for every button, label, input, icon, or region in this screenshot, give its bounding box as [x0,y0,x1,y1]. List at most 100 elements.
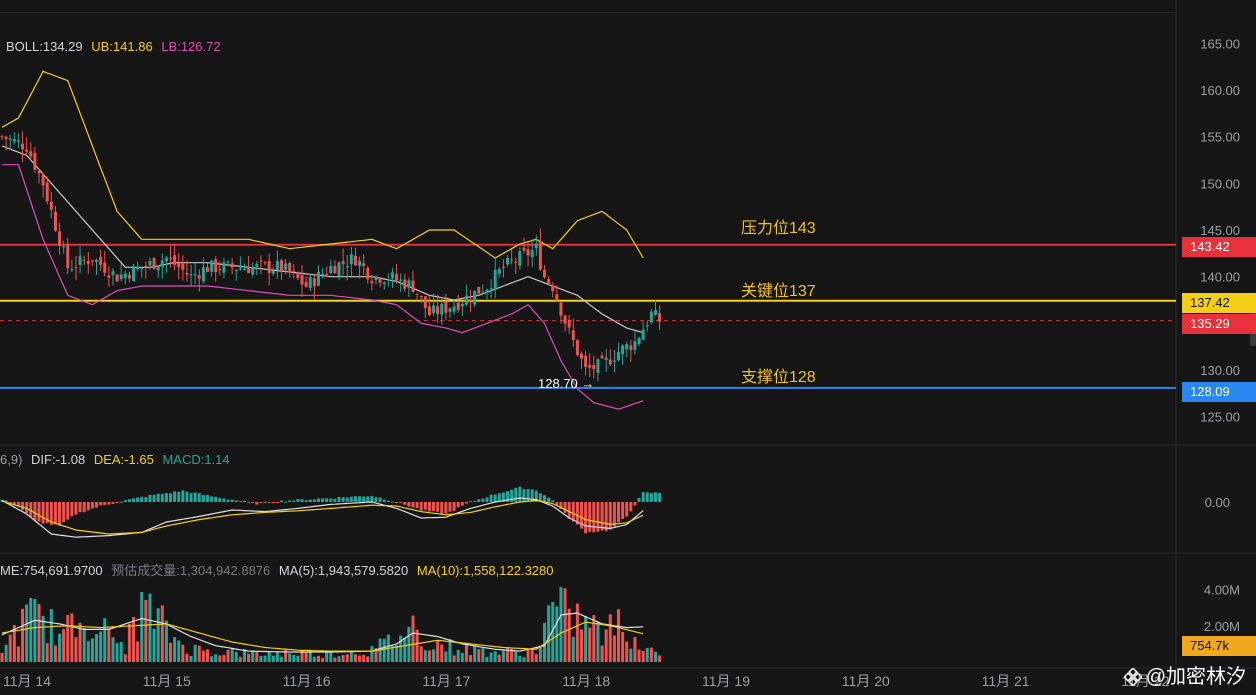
volume-bar [66,615,70,662]
volume-bar [218,655,222,662]
candle-body [181,263,185,270]
macd-histogram-bar [341,497,345,502]
macd-histogram-bar [218,498,222,502]
candle-body [41,174,45,186]
volume-bar [144,599,148,662]
macd-histogram-bar [415,502,419,509]
candle-body [419,295,423,297]
candle-body [514,261,518,263]
macd-histogram-bar [510,489,514,502]
macd-histogram-bar [148,494,152,502]
volume-bar [604,629,608,662]
candle-body [506,258,510,265]
candle-body [333,266,337,274]
volume-bar [526,648,530,662]
candle-body [588,364,592,368]
candle-body [399,279,403,281]
candle-body [645,325,649,327]
candle-body [411,280,415,292]
candle-body [473,290,477,305]
volume-bar [173,637,177,662]
candle-body [136,267,140,270]
macd-histogram-bar [518,486,522,502]
macd-histogram-bar [78,502,82,513]
candle-body [493,269,497,290]
volume-bar [288,653,292,662]
macd-histogram-bar [390,501,394,503]
volume-bar [41,615,45,662]
time-tick-label: 11月 20 [842,673,890,689]
volume-bar [460,653,464,662]
volume-bar [29,597,33,662]
candle-body [37,170,41,174]
volume-bar [185,653,189,662]
candle-body [604,357,608,360]
candle-body [444,301,448,313]
volume-bar [423,650,427,662]
candle-body [70,269,74,271]
macd-histogram-bar [33,502,37,521]
volume-bar [164,620,168,662]
chart-canvas[interactable]: 165.00 160.00 155.00 150.00 145.00 140.00 135.… [0,0,1256,695]
macd-histogram-bar [284,501,288,503]
volume-bar [464,642,468,662]
candle-body [214,259,218,273]
macd-histogram-bar [411,502,415,508]
macd-histogram-bar [522,489,526,502]
candle-body [345,266,349,268]
macd-histogram-bar [407,502,411,507]
candle-body [485,289,489,293]
volume-bar [119,641,123,662]
macd-histogram-bar [337,496,341,502]
macd-histogram-bar [444,502,448,514]
macd-histogram-bar [95,502,99,508]
macd-histogram-bar [74,502,78,515]
resistance-level-label: 压力位143 [741,220,816,237]
volume-bar [230,648,234,662]
candle-body [177,263,181,268]
candle-body [164,257,168,262]
macd-histogram-bar [304,500,308,502]
candle-body [90,260,94,262]
macd-histogram-bar [82,502,86,513]
resistance-price-tag: 143.42 [1182,237,1256,257]
candle-body [497,268,501,274]
macd-histogram-bar [316,498,320,502]
volume-bar [197,645,201,662]
candle-body [571,330,575,341]
candle-body [407,280,411,288]
volume-bar [189,656,193,662]
macd-histogram-bar [608,502,612,530]
macd-histogram-bar [37,502,41,522]
volume-bar [86,641,90,662]
volume-bar [62,629,66,662]
macd-histogram-bar [353,496,357,502]
volume-bar [222,655,226,662]
candle-body [189,274,193,276]
candle-body [107,275,111,278]
macd-histogram-bar [617,502,620,523]
candle-body [111,271,115,275]
candle-body [612,360,616,362]
candle-body [210,260,214,272]
macd-histogram-bar [214,496,218,502]
price-tick-label: 150.00 [1200,176,1240,191]
candle-body [206,267,209,272]
volume-bar [140,592,144,662]
macd-histogram-bar [563,502,567,513]
volume-bar [8,634,12,662]
candle-body [518,251,522,266]
volume-bar [292,654,296,662]
macd-histogram-bar [489,494,493,502]
candle-body [559,302,563,316]
volume-bar [115,643,119,662]
candle-body [275,261,279,270]
macd-histogram-bar [571,502,575,522]
macd-histogram-bar [477,499,481,502]
candle-body [222,262,226,273]
candle-body [271,270,275,274]
key-price-tag: 137.42 [1182,293,1256,313]
low-marker: 128.70 → [538,376,595,391]
macd-histogram-bar [629,502,633,512]
macd-histogram-bar [119,501,123,503]
